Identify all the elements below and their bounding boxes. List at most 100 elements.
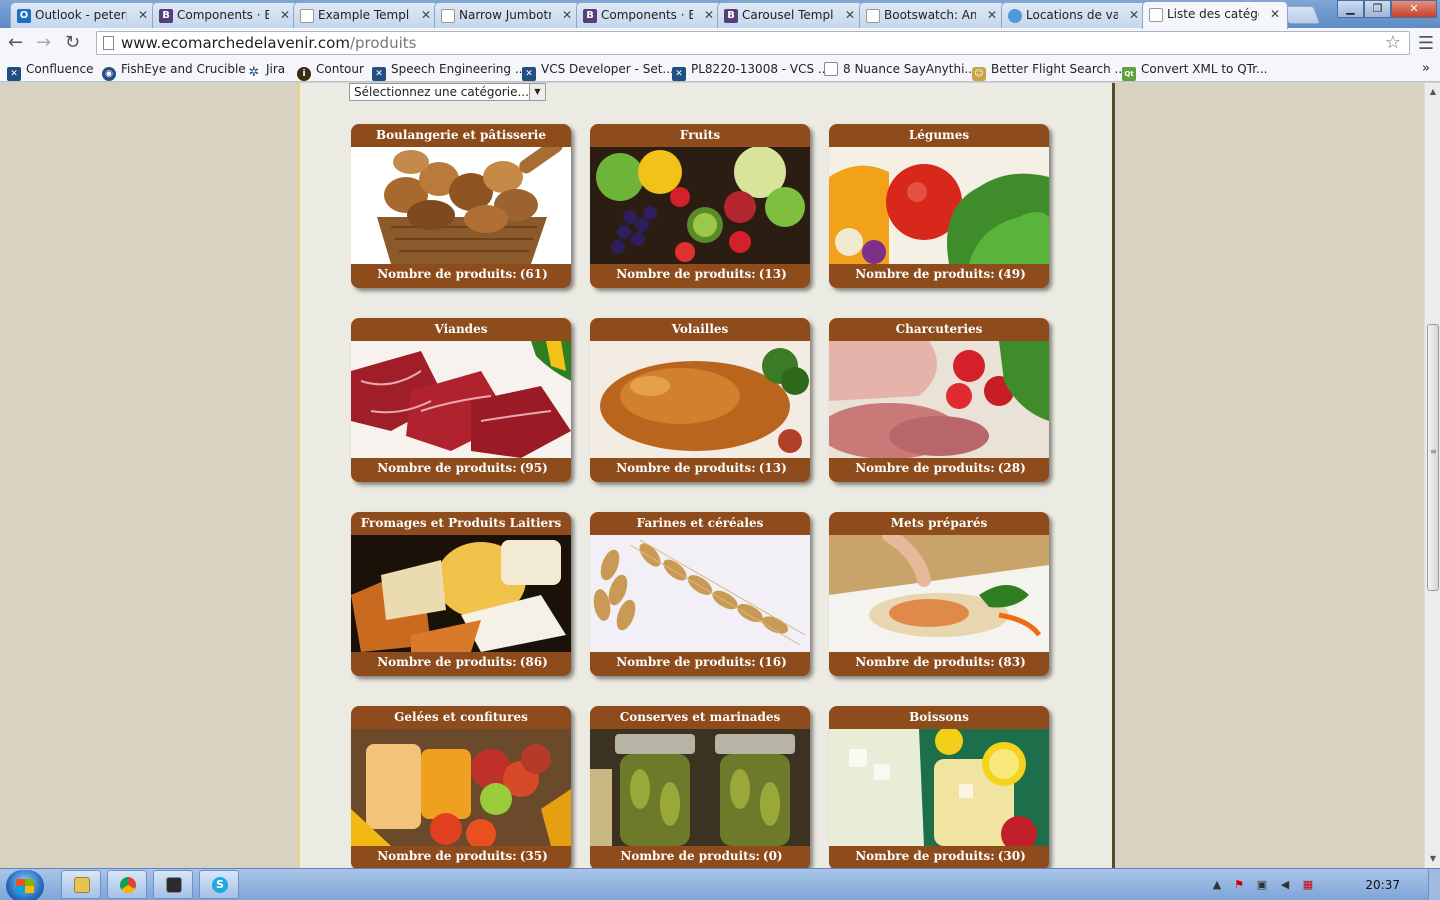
deli-image (829, 341, 1049, 458)
taskbar-explorer[interactable] (61, 870, 101, 899)
close-icon[interactable]: ✕ (562, 8, 572, 22)
bookmark-fisheye[interactable]: ◉ FishEye and Crucible (102, 62, 246, 81)
close-icon[interactable]: ✕ (138, 8, 148, 22)
category-card-boulangerie[interactable]: Boulangerie et pâtisserie Nombre de prod… (351, 124, 571, 288)
bookmarks-overflow-button[interactable]: » (1422, 61, 1430, 76)
qt-icon: Qt (1122, 67, 1136, 81)
page-icon (441, 9, 455, 23)
category-title: Farines et céréales (636, 516, 764, 530)
tab-components-2[interactable]: B Components · B ✕ (576, 2, 722, 28)
count-label: Nombre de produits: (616, 655, 756, 669)
close-icon[interactable]: ✕ (1129, 8, 1139, 22)
pickles-image (590, 729, 810, 846)
network-icon[interactable]: ▦ (1301, 878, 1315, 891)
atlassian-icon: ✕ (522, 67, 536, 81)
tab-bootswatch[interactable]: Bootswatch: Am ✕ (859, 2, 1005, 28)
category-card-gelees[interactable]: Gelées et confitures Nombre de produits:… (351, 706, 571, 868)
fisheye-icon: ◉ (102, 67, 116, 81)
atlassian-icon: ✕ (372, 67, 386, 81)
volume-icon[interactable]: ◀ (1278, 878, 1292, 891)
menu-icon[interactable]: ☰ (1418, 33, 1434, 54)
category-select[interactable]: Sélectionnez une catégorie... ▼ (349, 83, 546, 101)
close-icon[interactable]: ✕ (421, 8, 431, 22)
tab-outlook[interactable]: O Outlook - peterp ✕ (10, 2, 156, 28)
tab-carousel-template[interactable]: B Carousel Templ ✕ (717, 2, 863, 28)
category-title: Viandes (434, 322, 488, 336)
bookmark-jira[interactable]: ✲ Jira (247, 62, 285, 80)
outlook-icon: O (17, 9, 31, 23)
count-label: Nombre de produits: (616, 267, 756, 281)
minimize-button[interactable]: ▁ (1337, 0, 1364, 18)
action-center-icon[interactable]: ⚑ (1232, 878, 1246, 891)
taskbar-skype[interactable]: S (199, 870, 239, 899)
category-card-volailles[interactable]: Volailles Nombre de produits: (13) (590, 318, 810, 482)
vertical-scrollbar[interactable]: ▲ ≡ ▼ (1424, 83, 1440, 868)
start-button[interactable] (6, 870, 44, 900)
url-host: www.ecomarchedelavenir.com (121, 34, 350, 52)
category-card-farines[interactable]: Farines et céréales Nombre de produits:(… (590, 512, 810, 676)
clock[interactable]: 20:37 (1365, 878, 1400, 892)
tab-locations[interactable]: Locations de vac ✕ (1001, 2, 1147, 28)
taskbar-terminal[interactable] (153, 870, 193, 899)
bookmark-convert-xml[interactable]: Qt Convert XML to QTr... (1122, 62, 1268, 81)
close-icon[interactable]: ✕ (280, 8, 290, 22)
category-card-mets-prepares[interactable]: Mets préparés Nombre de produits: (83) (829, 512, 1049, 676)
category-title: Boulangerie et pâtisserie (376, 128, 546, 142)
tab-strip: O Outlook - peterp ✕ B Components · B ✕ … (0, 0, 1440, 29)
bookmark-vcs-developer[interactable]: ✕ VCS Developer - Set... (522, 62, 674, 81)
category-title: Légumes (908, 128, 970, 142)
taskbar-chrome[interactable] (107, 870, 147, 899)
back-arrow-icon[interactable]: ← (8, 32, 23, 53)
count-label: Nombre de produits: (855, 849, 995, 863)
scrollbar-thumb[interactable]: ≡ (1427, 324, 1439, 591)
close-icon[interactable]: ✕ (1270, 7, 1280, 21)
category-title: Charcuteries (895, 322, 983, 336)
atlassian-icon: ✕ (672, 67, 686, 81)
show-desktop-button[interactable] (1428, 869, 1440, 900)
contour-icon: i (297, 67, 311, 81)
chevron-down-icon: ▼ (529, 84, 545, 100)
category-card-fruits[interactable]: Fruits Nombre de produits: (13) (590, 124, 810, 288)
category-card-fromages[interactable]: Fromages et Produits Laitiers Nombre de … (351, 512, 571, 676)
tab-narrow-jumbotron[interactable]: Narrow Jumbotr ✕ (434, 2, 580, 28)
explorer-icon (74, 877, 90, 893)
tab-components-1[interactable]: B Components · B ✕ (152, 2, 298, 28)
category-title: Volailles (671, 322, 729, 336)
bookmark-nuance[interactable]: 8 Nuance SayAnythi... (824, 62, 976, 76)
atlassian-icon: ✕ (7, 67, 21, 81)
category-card-conserves[interactable]: Conserves et marinades Nombre de produit… (590, 706, 810, 868)
count-value: (16) (758, 655, 787, 669)
category-card-viandes[interactable]: Viandes Nombre de produits: (95) (351, 318, 571, 482)
reload-icon[interactable]: ↻ (65, 32, 80, 53)
bookmark-contour[interactable]: i Contour (297, 62, 364, 81)
maximize-button[interactable]: ❐ (1364, 0, 1391, 18)
category-card-charcuteries[interactable]: Charcuteries Nombre de produits: (28) (829, 318, 1049, 482)
count-label: Nombre de produits: (377, 267, 517, 281)
close-icon[interactable]: ✕ (987, 8, 997, 22)
forward-arrow-icon[interactable]: → (36, 32, 51, 53)
window-close-button[interactable]: ✕ (1391, 0, 1437, 18)
star-icon[interactable]: ☆ (1385, 32, 1401, 53)
count-value: (86) (519, 655, 548, 669)
bookmark-speech-engineering[interactable]: ✕ Speech Engineering ... (372, 62, 526, 81)
count-label: Nombre de produits: (616, 461, 756, 475)
tab-liste-categories[interactable]: Liste des catégo ✕ (1142, 1, 1288, 29)
bookmark-pl8220[interactable]: ✕ PL8220-13008 - VCS ... (672, 62, 829, 81)
category-card-boissons[interactable]: Boissons Nombre de produits: (30) (829, 706, 1049, 868)
address-bar[interactable]: www.ecomarchedelavenir.com/produits ☆ (96, 31, 1410, 55)
close-icon[interactable]: ✕ (845, 8, 855, 22)
wheat-image (590, 535, 810, 652)
tab-example-template[interactable]: Example Templa ✕ (293, 2, 439, 28)
show-hidden-icons-icon[interactable]: ▲ (1210, 878, 1224, 891)
category-card-legumes[interactable]: Légumes Nombre de produits: (49) (829, 124, 1049, 288)
close-icon[interactable]: ✕ (704, 8, 714, 22)
count-value: (30) (997, 849, 1026, 863)
bootstrap-icon: B (583, 9, 597, 23)
scroll-down-icon[interactable]: ▼ (1426, 852, 1440, 866)
scroll-up-icon[interactable]: ▲ (1426, 85, 1440, 99)
power-icon[interactable]: ▣ (1255, 878, 1269, 891)
bookmark-flight-search[interactable]: ☺ Better Flight Search ... (972, 62, 1126, 81)
system-tray: ▲ ⚑ ▣ ◀ ▦ (1210, 869, 1440, 900)
bookmark-confluence[interactable]: ✕ Confluence (7, 62, 93, 81)
count-value: (13) (758, 461, 787, 475)
